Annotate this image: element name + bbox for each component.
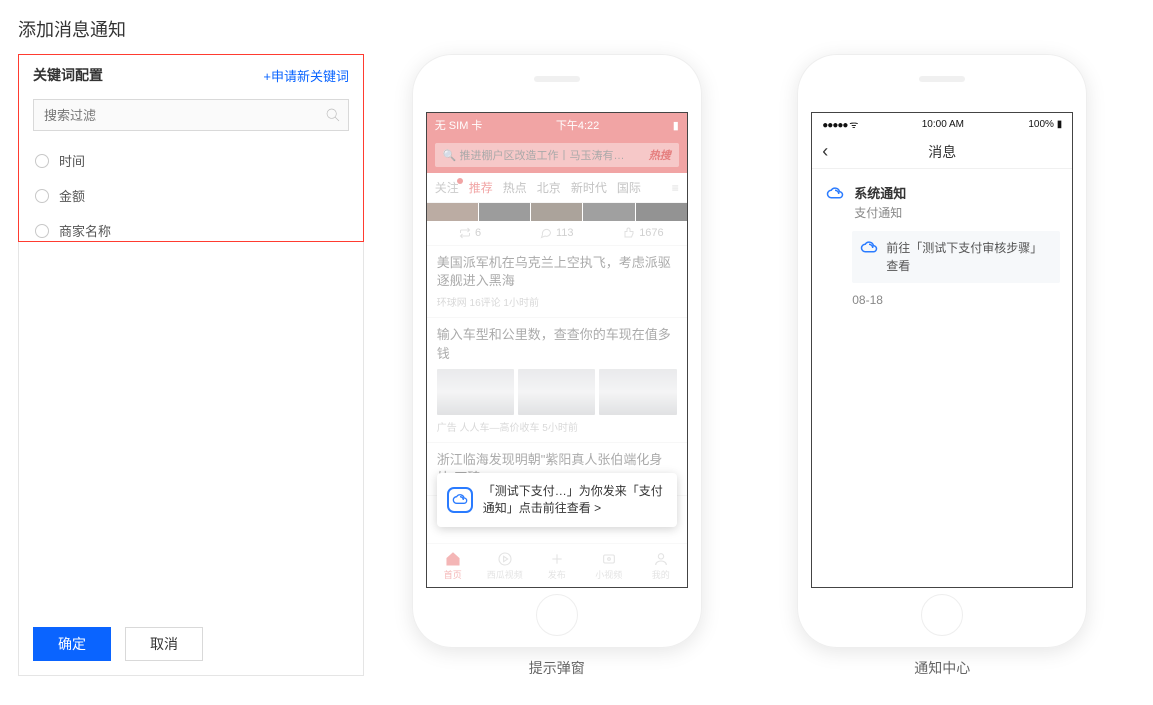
search-hint: 🔍 推进棚户区改造工作丨马玉涛有… [443,147,625,163]
tab-mine: 我的 [635,544,687,587]
signal-icon: ●●●●● ᯤ [822,117,857,131]
option-label: 金额 [59,186,85,205]
status-carrier: 无 SIM 卡 [435,117,483,133]
message-body: 前往「测试下支付审核步骤」查看 [886,239,1052,275]
radio-icon [35,189,49,203]
hot-search-label: 热搜 [649,147,671,163]
tab-item: 北京 [537,179,561,196]
status-bar: ●●●●● ᯤ 10:00 AM 100% ▮ [812,113,1072,135]
status-time: 10:00 AM [922,119,964,130]
tab-video: 西瓜视频 [479,544,531,587]
tab-short-video: 小视频 [583,544,635,587]
phone-mock-popup: 无 SIM 卡 下午4:22 ▮ 🔍 推进棚户区改造工作丨马玉涛有… 热搜 关注… [412,54,702,648]
apply-keyword-link[interactable]: +申请新关键词 [263,66,349,85]
tab-item: 新时代 [571,179,607,196]
system-icon [824,183,846,205]
phone-mock-center: ●●●●● ᯤ 10:00 AM 100% ▮ ‹ 消息 系统通知 支付通知 [797,54,1087,648]
menu-icon: ≡ [672,181,679,195]
news-title: 美国派军机在乌克兰上空执飞，考虑派驱逐舰进入黑海 [437,254,677,290]
tab-item: 热点 [503,179,527,196]
app-icon [447,487,473,513]
like-count: 1676 [600,221,687,245]
phone-caption: 通知中心 [914,658,970,678]
option-amount[interactable]: 金额 [33,178,349,213]
tab-home: 首页 [427,544,479,587]
option-merchant[interactable]: 商家名称 [33,213,349,248]
confirm-button[interactable]: 确定 [33,627,111,661]
option-time[interactable]: 时间 [33,143,349,178]
message-date: 08-18 [852,293,1060,307]
tab-recommend: 推荐 [469,179,493,196]
cancel-button[interactable]: 取消 [125,627,203,661]
home-button-icon [921,594,963,636]
news-item: 输入车型和公里数，查查你的车现在值多钱 广告 人人车—高价收车 5小时前 [427,318,687,442]
home-button-icon [536,594,578,636]
config-title: 关键词配置 [33,65,103,85]
keyword-config-card: 关键词配置 +申请新关键词 时间 金额 商家名称 确定 取消 [18,54,364,676]
back-ic-icon: ‹ [822,141,828,162]
news-item: 美国派军机在乌克兰上空执飞，考虑派驱逐舰进入黑海 环球网 16评论 1小时前 [427,246,687,318]
stats-row: 6 113 1676 [427,221,687,246]
message-subtitle: 支付通知 [854,204,906,221]
link-icon [860,239,878,257]
keyword-search [33,99,349,131]
page-title: 添加消息通知 [0,0,1153,54]
tab-publish: 发布 [531,544,583,587]
nav-bar: ‹ 消息 [812,135,1072,169]
comment-count: 113 [513,221,600,245]
search-input[interactable] [33,99,349,131]
message-sender: 系统通知 [854,183,906,202]
phone-caption: 提示弹窗 [529,658,585,678]
radio-icon [35,224,49,238]
category-tabs: 关注 推荐 热点 北京 新时代 国际 ≡ [427,173,687,203]
news-meta: 广告 人人车—高价收车 5小时前 [437,419,677,434]
nav-title: 消息 [928,142,956,162]
radio-icon [35,154,49,168]
news-title: 输入车型和公里数，查查你的车现在值多钱 [437,326,677,362]
repost-count: 6 [427,221,514,245]
news-meta: 环球网 16评论 1小时前 [437,294,677,309]
option-label: 商家名称 [59,221,111,240]
message-card: 系统通知 支付通知 前往「测试下支付审核步骤」查看 08-18 [824,183,1060,307]
tab-follow: 关注 [435,179,459,196]
option-label: 时间 [59,151,85,170]
tab-item: 国际 [617,179,641,196]
search-icon [325,107,341,123]
status-icons: ▮ [673,119,679,132]
popup-text: 「测试下支付…」为你发来「支付通知」点击前往查看 > [483,483,667,517]
app-search-bar: 🔍 推进棚户区改造工作丨马玉涛有… 热搜 [427,137,687,173]
status-bar: 无 SIM 卡 下午4:22 ▮ [427,113,687,137]
thumbnail-strip [427,203,687,221]
bottom-tabbar: 首页 西瓜视频 发布 小视频 我的 [427,543,687,587]
battery-label: 100% ▮ [1028,119,1062,130]
notification-popup: 「测试下支付…」为你发来「支付通知」点击前往查看 > [437,473,677,527]
status-time: 下午4:22 [556,117,599,133]
